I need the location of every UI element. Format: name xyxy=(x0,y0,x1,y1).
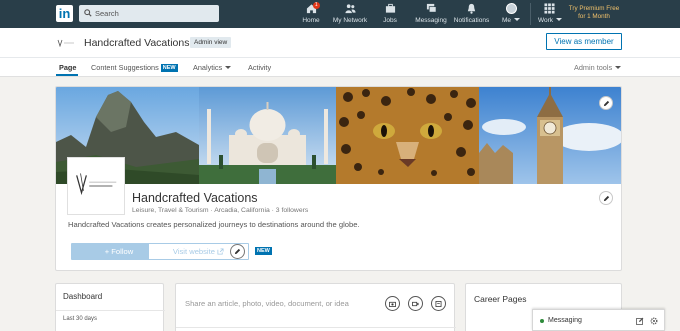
avatar xyxy=(505,3,517,14)
tab-label: Content Suggestions xyxy=(91,63,159,72)
briefcase-icon xyxy=(385,3,395,13)
edit-profile-button[interactable] xyxy=(599,191,613,205)
external-link-icon xyxy=(217,248,224,255)
career-pages-title: Career Pages xyxy=(474,294,527,304)
messaging-icon xyxy=(426,3,436,13)
admin-tabs: Page Content Suggestions NEW Analytics Ac… xyxy=(0,58,680,77)
messaging-label: Messaging xyxy=(548,317,582,324)
document-icon xyxy=(435,300,442,307)
chevron-down-icon xyxy=(615,66,622,69)
nav-label: Messaging xyxy=(415,17,447,24)
nav-label: Home xyxy=(302,17,320,24)
chevron-down-icon xyxy=(514,18,521,21)
nav-label: Work xyxy=(538,17,554,24)
edit-buttons-button[interactable] xyxy=(230,244,245,259)
company-description: Handcrafted Vacations creates personaliz… xyxy=(68,220,360,229)
nav-label: My Network xyxy=(332,17,368,24)
premium-link[interactable]: Try Premium Free for 1 Month xyxy=(567,5,621,21)
nav-item-notifications[interactable]: Notifications xyxy=(453,3,490,27)
company-logo-small xyxy=(57,39,74,47)
tab-analytics[interactable]: Analytics xyxy=(193,63,232,72)
compose-icon[interactable] xyxy=(636,317,644,325)
grid-icon xyxy=(543,3,555,14)
nav-me-label: Me xyxy=(500,17,522,24)
nav-item-home[interactable]: 1 Home xyxy=(300,2,322,27)
bell-icon xyxy=(467,3,476,14)
nav-item-me[interactable]: Me xyxy=(500,3,522,27)
new-badge: NEW xyxy=(255,247,272,255)
nav-item-messaging[interactable]: Messaging xyxy=(415,3,447,27)
edit-cover-button[interactable] xyxy=(599,96,613,110)
admin-view-badge: Admin view xyxy=(190,37,232,48)
camera-icon xyxy=(389,301,396,307)
nav-work-label: Work xyxy=(538,17,563,24)
tab-activity[interactable]: Activity xyxy=(248,63,271,72)
dashboard-card: Dashboard Last 30 days xyxy=(55,283,165,331)
messaging-bar[interactable]: Messaging xyxy=(532,309,665,331)
company-meta: Leisure, Travel & Tourism · Arcadia, Cal… xyxy=(132,207,309,214)
page-title: Handcrafted Vacations xyxy=(84,37,190,49)
pencil-icon xyxy=(603,195,610,202)
admin-header: Handcrafted Vacations Admin view View as… xyxy=(0,28,680,58)
nav-item-work[interactable]: Work xyxy=(538,3,563,27)
nav-label: Jobs xyxy=(383,17,397,24)
nav-divider xyxy=(530,3,531,25)
company-profile-card: Handcrafted Vacations Leisure, Travel & … xyxy=(55,86,622,271)
search-icon xyxy=(84,9,92,17)
divider xyxy=(176,327,456,328)
dashboard-period: Last 30 days xyxy=(63,316,98,322)
divider xyxy=(56,310,165,311)
new-badge: NEW xyxy=(160,64,178,72)
pencil-icon xyxy=(234,248,241,255)
visit-website-label: Visit website xyxy=(172,247,215,256)
cover-image-leopard xyxy=(336,87,479,184)
tab-page[interactable]: Page xyxy=(59,63,76,72)
premium-line-2: for 1 Month xyxy=(578,13,610,20)
chevron-down-icon xyxy=(556,18,563,21)
share-box: Share an article, photo, video, document… xyxy=(175,283,456,331)
add-video-button[interactable] xyxy=(408,296,423,311)
active-tab-indicator xyxy=(56,74,78,76)
share-input[interactable]: Share an article, photo, video, document… xyxy=(185,299,349,308)
notification-badge: 1 xyxy=(312,2,320,9)
tab-label: Analytics xyxy=(193,63,223,72)
search-placeholder: Search xyxy=(95,9,119,18)
add-photo-button[interactable] xyxy=(385,296,400,311)
company-name: Handcrafted Vacations xyxy=(132,191,258,205)
tab-content-suggestions[interactable]: Content Suggestions NEW xyxy=(91,63,178,72)
pencil-icon xyxy=(603,100,610,107)
view-as-member-button[interactable]: View as member xyxy=(546,33,622,50)
tab-label: Admin tools xyxy=(574,63,613,72)
linkedin-logo[interactable]: in xyxy=(56,5,73,22)
company-logo xyxy=(67,157,125,215)
nav-label: Me xyxy=(501,17,512,24)
search-input[interactable]: Search xyxy=(79,5,219,22)
add-document-button[interactable] xyxy=(431,296,446,311)
chevron-down-icon xyxy=(225,66,232,69)
premium-line-1: Try Premium Free xyxy=(568,5,620,12)
nav-label: Notifications xyxy=(453,17,490,24)
gear-icon[interactable] xyxy=(650,317,658,325)
dashboard-title: Dashboard xyxy=(63,292,103,301)
nav-item-my-network[interactable]: My Network xyxy=(332,3,368,27)
nav-item-jobs[interactable]: Jobs xyxy=(380,3,400,27)
video-icon xyxy=(412,301,419,306)
cover-image-taj-mahal xyxy=(199,87,336,184)
online-status-dot xyxy=(540,319,544,323)
network-icon xyxy=(344,4,356,14)
admin-tools-menu[interactable]: Admin tools xyxy=(574,63,622,72)
top-navigation-bar: in Search 1 Home My Network Jobs Messagi… xyxy=(0,0,680,28)
